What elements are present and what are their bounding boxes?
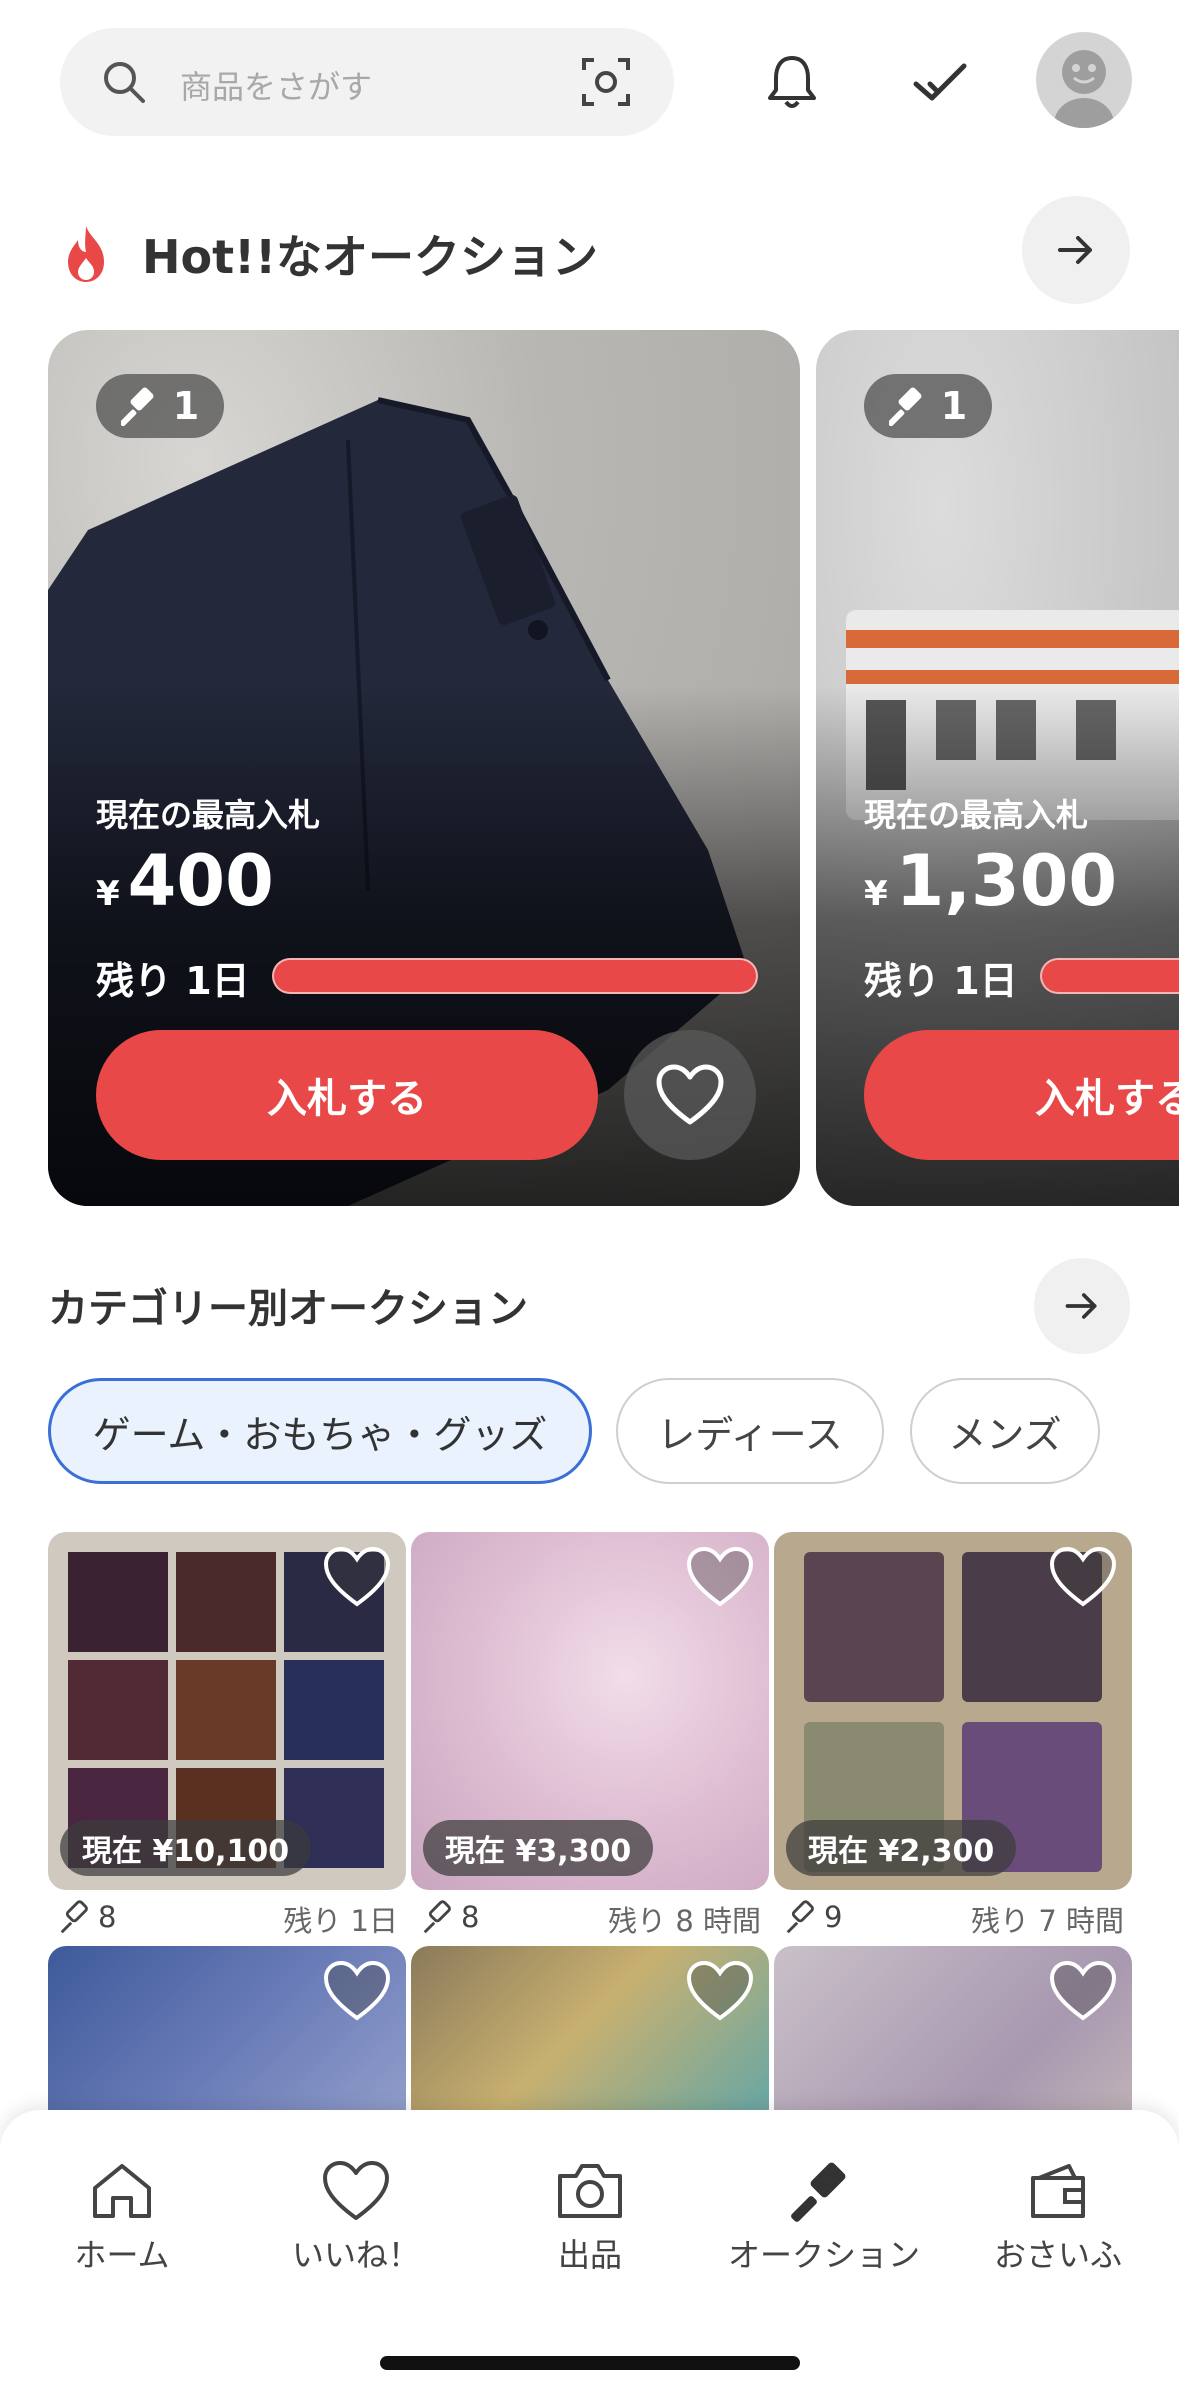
yen-symbol: ¥ [864, 874, 888, 914]
avatar[interactable] [1036, 32, 1132, 128]
heart-icon [656, 1064, 724, 1125]
price-value: 400 [127, 840, 274, 922]
item-meta: 9 残り 7 時間 [774, 1892, 1132, 1942]
category-more-button[interactable] [1034, 1258, 1130, 1354]
nav-wallet[interactable]: おさいふ [948, 2160, 1168, 2276]
grid-item[interactable]: 現在 ¥10,100 [48, 1532, 406, 1890]
bid-count: 8 [419, 1898, 479, 1936]
chip-mens[interactable]: メンズ [910, 1378, 1100, 1484]
current-bid-label: 現在の最高入札 [864, 796, 1089, 834]
heart-icon[interactable] [1048, 1546, 1118, 1608]
item-meta: 8 残り 8 時間 [411, 1892, 769, 1942]
check-icon[interactable] [908, 50, 972, 114]
current-price: ¥1,300 [864, 840, 1117, 922]
bid-count-badge: 1 [864, 374, 992, 438]
nav-auction-label: オークション [727, 2236, 920, 2274]
bid-button[interactable]: 入札する [864, 1030, 1179, 1160]
nav-home[interactable]: ホーム [12, 2160, 232, 2276]
flame-icon [68, 226, 104, 282]
current-price: ¥400 [96, 840, 274, 922]
heart-icon[interactable] [322, 1546, 392, 1608]
bid-count-badge: 1 [96, 374, 224, 438]
chip-ladies[interactable]: レディース [616, 1378, 884, 1484]
heart-icon [323, 2161, 389, 2220]
search-icon [104, 62, 145, 103]
hot-auction-title: Hot!!なオークション [142, 230, 599, 284]
camera-icon [558, 2164, 622, 2218]
bid-count: 8 [56, 1898, 116, 1936]
nav-likes[interactable]: いいね！ [246, 2160, 466, 2276]
bid-button[interactable]: 入札する [96, 1030, 598, 1160]
category-auction-title: カテゴリー別オークション [48, 1286, 528, 1332]
time-remaining: 残り 8 時間 [608, 1904, 761, 1938]
bid-count: 1 [172, 384, 200, 428]
gavel-icon [791, 2162, 846, 2222]
hot-auction-heading: Hot!!なオークション [60, 214, 598, 294]
grid-item[interactable]: 現在 ¥2,300 [774, 1532, 1132, 1890]
item-price: 現在 ¥2,300 [786, 1820, 1017, 1876]
gavel-icon [786, 1900, 814, 1934]
gavel-icon [423, 1900, 451, 1934]
bell-icon[interactable] [760, 50, 824, 114]
time-remaining-bar [1040, 958, 1179, 994]
time-remaining: 残り 1日 [96, 959, 250, 1003]
wallet-icon [1031, 2164, 1085, 2218]
chip-game-toys-goods[interactable]: ゲーム・おもちゃ・グッズ [48, 1378, 592, 1484]
heart-icon[interactable] [685, 1960, 755, 2022]
camera-scan-icon[interactable] [580, 56, 632, 108]
nav-auction[interactable]: オークション [714, 2160, 934, 2276]
search-bar[interactable]: 商品をさがす [60, 28, 674, 136]
nav-likes-label: いいね！ [291, 2236, 420, 2274]
like-button[interactable] [624, 1030, 756, 1160]
bottom-nav: ホーム いいね！ 出品 オークション おさいふ [0, 2110, 1179, 2396]
nav-sell[interactable]: 出品 [480, 2160, 700, 2276]
time-remaining-bar [272, 958, 758, 994]
gavel-icon [120, 387, 154, 426]
hot-card[interactable]: 1 現在の最高入札 ¥1,300 残り 1日 入札する [816, 330, 1179, 1206]
time-remaining: 残り 1日 [864, 959, 1018, 1003]
time-remaining: 残り 1日 [283, 1904, 398, 1938]
gavel-icon [888, 387, 922, 426]
gavel-icon [60, 1900, 88, 1934]
bid-count: 1 [940, 384, 968, 428]
heart-icon[interactable] [1048, 1960, 1118, 2022]
item-meta: 8 残り 1日 [48, 1892, 406, 1942]
nav-wallet-label: おさいふ [993, 2236, 1122, 2274]
bid-count: 9 [782, 1898, 842, 1936]
home-indicator [380, 2356, 800, 2370]
nav-sell-label: 出品 [557, 2236, 622, 2274]
nav-home-label: ホーム [74, 2236, 170, 2274]
item-price: 現在 ¥10,100 [60, 1820, 312, 1876]
time-remaining: 残り 7 時間 [971, 1904, 1124, 1938]
price-value: 1,300 [895, 840, 1118, 922]
home-icon [93, 2164, 151, 2218]
grid-item[interactable]: 現在 ¥3,300 [411, 1532, 769, 1890]
hot-more-button[interactable] [1022, 196, 1130, 304]
search-placeholder: 商品をさがす [180, 68, 373, 106]
hot-card[interactable]: 1 現在の最高入札 ¥400 残り 1日 入札する [48, 330, 800, 1206]
arrow-right-icon [1065, 1293, 1097, 1319]
heart-icon[interactable] [322, 1960, 392, 2022]
top-header: 商品をさがす [60, 28, 1132, 136]
heart-icon[interactable] [685, 1546, 755, 1608]
item-price: 現在 ¥3,300 [423, 1820, 654, 1876]
arrow-right-icon [1058, 236, 1092, 264]
yen-symbol: ¥ [96, 874, 120, 914]
current-bid-label: 現在の最高入札 [96, 796, 321, 834]
